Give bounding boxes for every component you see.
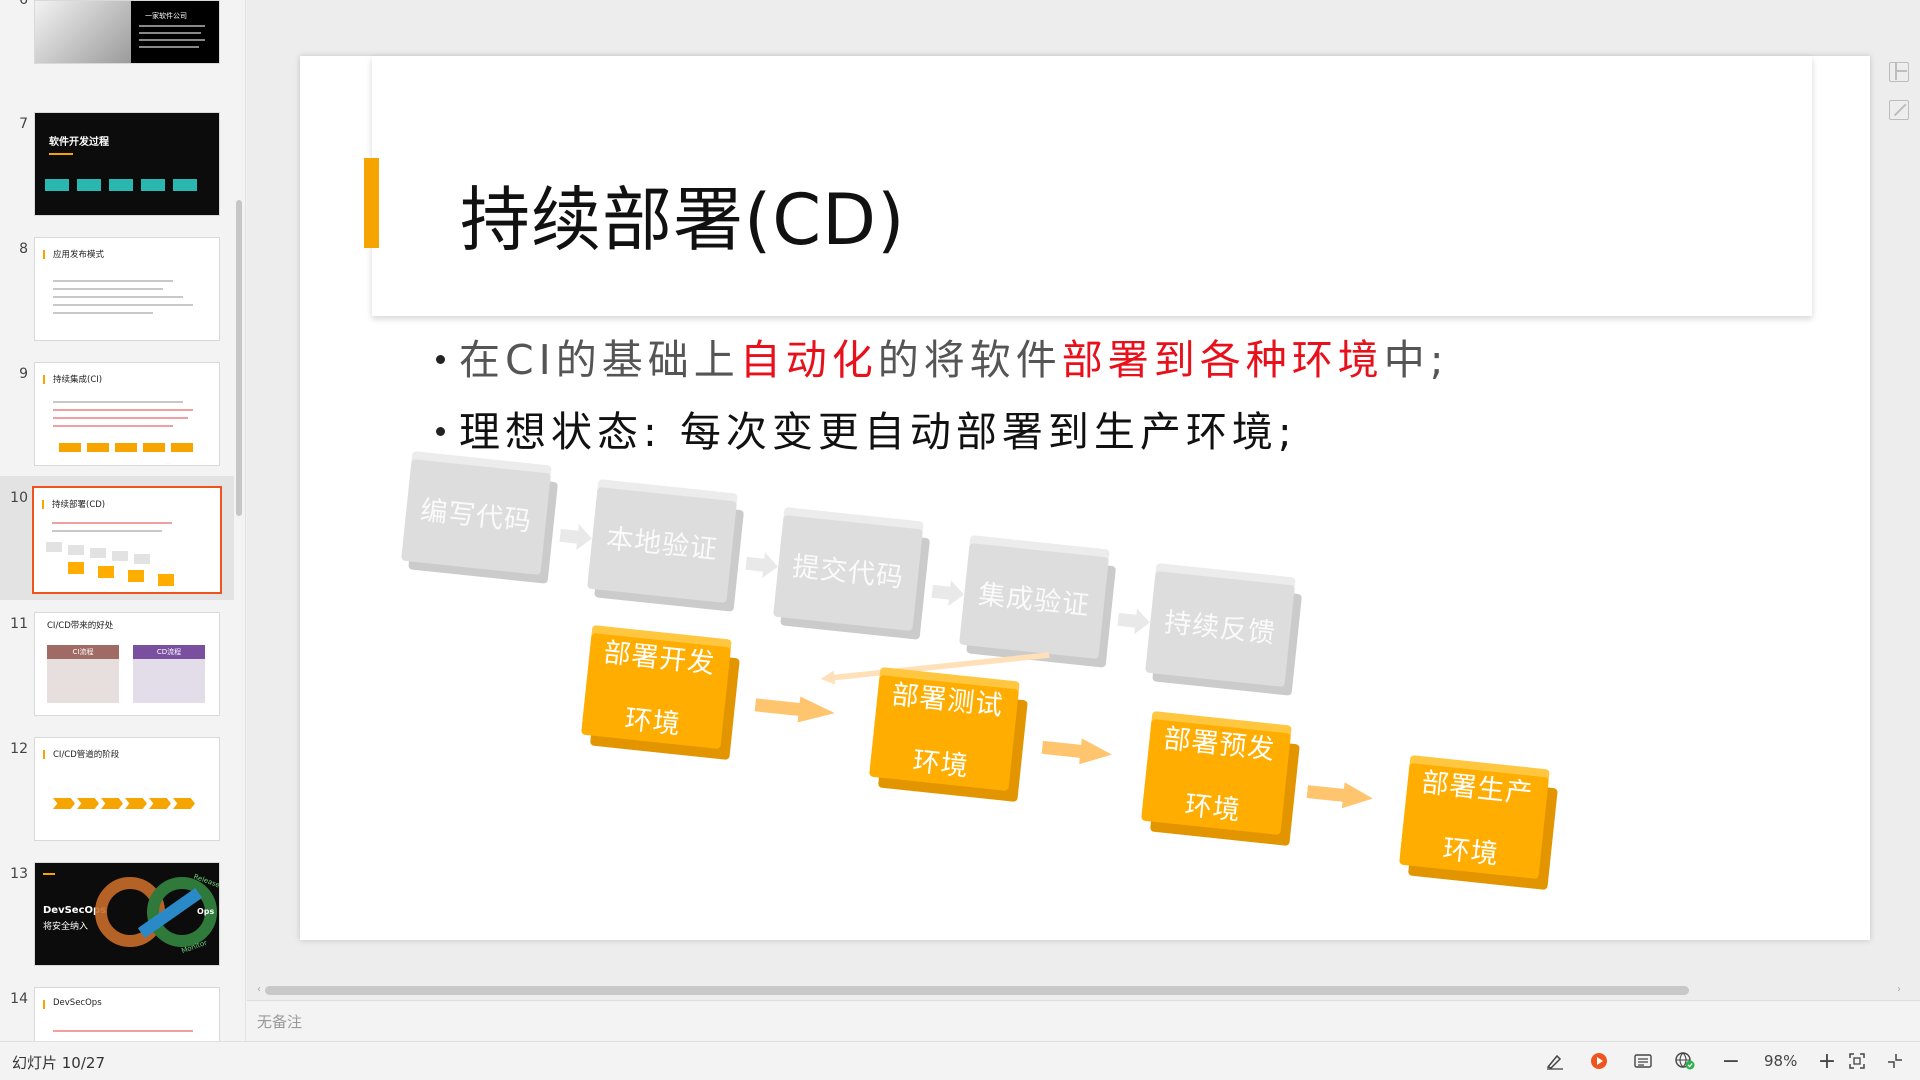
bullet-ci-basis[interactable]: 在CI的基础上自动化的将软件部署到各种环境中; xyxy=(436,326,1449,386)
flow-arrow-icon xyxy=(931,578,966,607)
slide-preview: 持续集成(CI) xyxy=(34,362,220,466)
thumbnail-scrollbar[interactable] xyxy=(236,200,242,516)
slide-preview: 应用发布模式 xyxy=(34,237,220,341)
cd-step-box[interactable]: 部署开发 环境 xyxy=(581,632,731,750)
thumb-title: 应用发布模式 xyxy=(53,250,105,260)
thumbnail-slide-7[interactable]: 7 软件开发过程 xyxy=(0,112,234,228)
thumb-subtitle: 将安全纳入 xyxy=(43,922,89,932)
ci-step-box[interactable]: 编写代码 xyxy=(401,458,551,576)
slide-preview: 一家软件公司 xyxy=(34,0,220,64)
flow-arrow-icon xyxy=(559,522,594,551)
fit-to-window-icon[interactable] xyxy=(1846,1051,1868,1071)
ci-step-box[interactable]: 集成验证 xyxy=(959,542,1109,660)
scroll-right-icon[interactable]: › xyxy=(1897,984,1901,995)
thumb-title: CI/CD带来的好处 xyxy=(47,621,114,631)
zoom-level[interactable]: 98% xyxy=(1764,1052,1797,1070)
thumb-title: CI/CD管道的阶段 xyxy=(53,750,120,760)
presentation-app: 6 一家软件公司 7 软件开发过程 8 应用发布模式 9 持续集成(CI) 10… xyxy=(0,0,1920,1080)
slide-title[interactable]: 持续部署(CD) xyxy=(460,164,905,265)
zoom-out-icon[interactable]: − xyxy=(1720,1049,1742,1074)
bullet-dot xyxy=(436,426,445,436)
editor-area: 持续部署(CD) 在CI的基础上自动化的将软件部署到各种环境中; 理想状态: 每… xyxy=(247,0,1920,1041)
thumbnail-slide-12[interactable]: 12 CI/CD管道的阶段 xyxy=(0,737,234,853)
thumb-title: 持续部署(CD) xyxy=(52,500,106,510)
slide-canvas[interactable]: 持续部署(CD) 在CI的基础上自动化的将软件部署到各种环境中; 理想状态: 每… xyxy=(300,56,1870,940)
thumb-col-ci: CI流程 xyxy=(47,645,119,659)
slide-preview: 软件开发过程 xyxy=(34,112,220,216)
title-accent-bar xyxy=(364,158,379,248)
bullet-text: 中; xyxy=(1383,336,1449,384)
thumb-title: 一家软件公司 xyxy=(145,12,187,20)
slide-number: 7 xyxy=(19,116,28,132)
slide-preview-selected: 持续部署(CD) xyxy=(32,486,222,594)
cd-step-box[interactable]: 部署预发 环境 xyxy=(1141,718,1291,836)
collapse-view-icon[interactable] xyxy=(1884,1051,1906,1071)
bullet-text: 理想状态: 每次变更自动部署到生产环境; xyxy=(459,408,1297,456)
thumb-ci-flow xyxy=(46,542,150,564)
annotation-pen-icon[interactable] xyxy=(1544,1051,1566,1071)
bullet-dot xyxy=(436,354,445,364)
notes-toggle-icon[interactable] xyxy=(1632,1051,1654,1071)
ci-step-box[interactable]: 提交代码 xyxy=(773,514,923,632)
flow-arrow-icon xyxy=(1306,779,1374,812)
thumb-chevrons xyxy=(53,794,197,813)
thumb-flow xyxy=(59,443,193,452)
scroll-left-icon[interactable]: ‹ xyxy=(257,984,261,995)
thumbnail-slide-11[interactable]: 11 CI/CD带来的好处 CI流程 CD流程 xyxy=(0,612,234,728)
thumbnail-slide-14[interactable]: 14 DevSecOps xyxy=(0,987,234,1041)
ci-step-box[interactable]: 本地验证 xyxy=(587,486,737,604)
cd-step-box[interactable]: 部署测试 环境 xyxy=(869,674,1019,792)
slide-number: 8 xyxy=(19,241,28,257)
slide-preview: CI/CD带来的好处 CI流程 CD流程 xyxy=(34,612,220,716)
notes-placeholder: 无备注 xyxy=(257,1013,303,1031)
zoom-in-icon[interactable]: + xyxy=(1816,1049,1838,1074)
flow-arrow-icon xyxy=(754,692,836,726)
slide-preview: CI/CD管道的阶段 xyxy=(34,737,220,841)
thumb-title: DevSecOps xyxy=(53,998,102,1008)
slide-number: 10 xyxy=(10,490,28,506)
thumb-col-cd: CD流程 xyxy=(133,645,205,659)
flow-arrow-icon xyxy=(1117,606,1152,635)
slide-number: 12 xyxy=(10,741,28,757)
thumb-flow xyxy=(45,179,197,191)
bullet-text: 的将软件 xyxy=(877,336,1062,384)
language-check-icon[interactable] xyxy=(1674,1051,1696,1071)
layout-icon[interactable] xyxy=(1889,62,1909,82)
slide-preview: DevSecOps 将安全纳入 Release Ops Monitor xyxy=(34,862,220,966)
thumbnail-slide-8[interactable]: 8 应用发布模式 xyxy=(0,237,234,353)
ci-step-box[interactable]: 持续反馈 xyxy=(1145,570,1295,688)
thumb-title: 软件开发过程 xyxy=(49,137,109,148)
slide-number: 11 xyxy=(10,616,28,632)
highlight-text: 自动化 xyxy=(739,336,878,384)
thumbnail-slide-10[interactable]: 10 持续部署(CD) xyxy=(0,476,234,600)
thumbnail-slide-13[interactable]: 13 DevSecOps 将安全纳入 Release Ops Monitor xyxy=(0,862,234,978)
slide-number: 13 xyxy=(10,866,28,882)
dark-panel: 一家软件公司 xyxy=(131,1,219,63)
notes-panel[interactable]: 无备注 xyxy=(247,1000,1920,1041)
slide-preview: DevSecOps xyxy=(34,987,220,1041)
background-icon[interactable] xyxy=(1889,100,1909,120)
slide-counter: 幻灯片 10/27 xyxy=(12,1054,105,1072)
highlight-text: 部署到各种环境 xyxy=(1061,336,1384,384)
character-illustration xyxy=(35,1,131,63)
thumb-title: 持续集成(CI) xyxy=(53,375,103,385)
thumbnail-slide-9[interactable]: 9 持续集成(CI) xyxy=(0,362,234,478)
side-tools xyxy=(1889,62,1909,138)
thumbnail-slide-6[interactable]: 6 一家软件公司 xyxy=(0,0,234,88)
slide-number: 9 xyxy=(19,366,28,382)
horizontal-scrollbar[interactable] xyxy=(265,986,1689,995)
status-bar: 幻灯片 10/27 − 98% + xyxy=(0,1041,1920,1080)
play-slideshow-icon[interactable] xyxy=(1588,1051,1610,1071)
slide-number: 14 xyxy=(10,991,28,1007)
bullet-text: 在CI的基础上 xyxy=(459,336,740,384)
flow-arrow-icon xyxy=(745,550,780,579)
cd-step-box[interactable]: 部署生产 环境 xyxy=(1399,762,1549,880)
bullet-ideal-state[interactable]: 理想状态: 每次变更自动部署到生产环境; xyxy=(436,398,1297,458)
slide-number: 6 xyxy=(19,0,28,8)
flow-arrow-icon xyxy=(1041,734,1113,767)
thumb-tag: Ops xyxy=(197,907,215,916)
slide-thumbnail-panel: 6 一家软件公司 7 软件开发过程 8 应用发布模式 9 持续集成(CI) 10… xyxy=(0,0,246,1041)
